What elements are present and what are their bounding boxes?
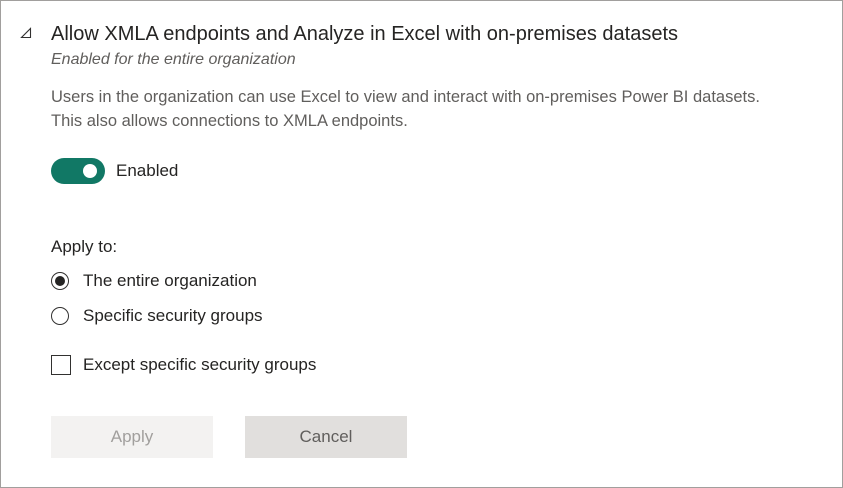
radio-specific-security-groups[interactable]: Specific security groups [51,304,263,328]
except-security-groups-checkbox-row[interactable]: Except specific security groups [51,353,316,377]
cancel-button[interactable]: Cancel [245,416,407,458]
radio-label-specific-security-groups: Specific security groups [83,306,263,325]
radio-dot [55,276,65,286]
setting-panel: Allow XMLA endpoints and Analyze in Exce… [0,0,843,488]
except-security-groups-label: Except specific security groups [83,355,317,374]
except-security-groups-checkbox[interactable] [51,355,71,375]
enabled-toggle[interactable] [51,158,105,184]
radio-button-selected[interactable] [51,272,69,290]
apply-to-label: Apply to: [51,237,118,256]
setting-description: Users in the organization can use Excel … [51,88,760,130]
toggle-knob [83,164,97,178]
radio-label-entire-organization: The entire organization [83,271,257,290]
collapse-triangle-icon[interactable] [19,26,33,40]
enabled-toggle-row: Enabled [51,158,178,184]
apply-button[interactable]: Apply [51,416,213,458]
radio-button-unselected[interactable] [51,307,69,325]
radio-entire-organization[interactable]: The entire organization [51,269,257,293]
setting-status: Enabled for the entire organization [51,51,296,68]
setting-title: Allow XMLA endpoints and Analyze in Exce… [51,23,679,45]
toggle-label: Enabled [116,161,179,180]
